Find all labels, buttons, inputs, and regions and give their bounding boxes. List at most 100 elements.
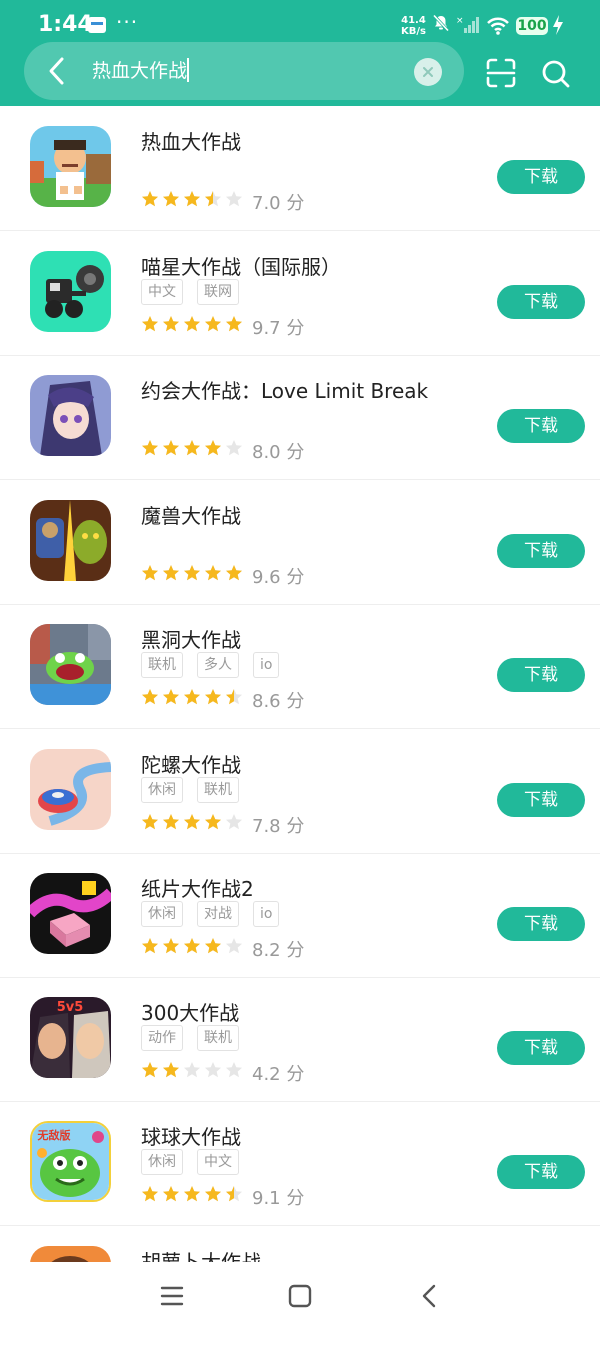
app-name: 纸片大作战2 <box>141 877 254 901</box>
list-item[interactable]: 魔兽大作战 9.6 分 下载 <box>0 480 600 605</box>
tag: 对战 <box>197 901 239 927</box>
tag: 联机 <box>197 777 239 803</box>
tag: 休闲 <box>141 1149 183 1175</box>
star-icon <box>184 689 200 705</box>
tag-list: 休闲 中文 <box>141 1149 253 1177</box>
star-icon <box>142 814 158 830</box>
download-button[interactable]: 下载 <box>497 658 585 692</box>
list-item[interactable]: 约会大作战：Love Limit Break 8.0 分 下载 <box>0 355 600 480</box>
icon-badge-text: 5v5 <box>57 1000 84 1015</box>
download-button[interactable]: 下载 <box>497 1031 585 1065</box>
app-score: 9.1 分 <box>252 1188 305 1209</box>
tag: 动作 <box>141 1025 183 1051</box>
tag: 联机 <box>141 652 183 678</box>
app-score: 8.0 分 <box>252 442 305 463</box>
signal-icon: × <box>456 16 479 33</box>
network-speed-unit: KB/s <box>401 26 426 37</box>
star-icon <box>226 565 242 581</box>
app-icon <box>30 500 111 581</box>
tag: 中文 <box>197 1149 239 1175</box>
star-rating <box>141 1185 246 1207</box>
list-item[interactable]: 陀螺大作战 休闲 联机 7.8 分 下载 <box>0 729 600 854</box>
list-item[interactable]: 5v5 300大作战 动作 联机 4.2 分 下载 <box>0 977 600 1102</box>
download-button[interactable]: 下载 <box>497 160 585 194</box>
game-artwork-icon <box>30 749 111 830</box>
app-score: 8.2 分 <box>252 940 305 961</box>
svg-text:×: × <box>456 16 464 26</box>
app-name: 约会大作战：Love Limit Break <box>141 379 429 403</box>
tag: 中文 <box>141 279 183 305</box>
star-icon <box>205 1062 221 1078</box>
search-icon[interactable] <box>540 58 572 90</box>
download-button[interactable]: 下载 <box>497 534 585 568</box>
app-score: 9.7 分 <box>252 318 305 339</box>
back-arrow-icon[interactable] <box>44 56 70 86</box>
star-icon <box>163 689 179 705</box>
tag: 休闲 <box>141 777 183 803</box>
app-name: 球球大作战 <box>141 1125 241 1149</box>
search-input[interactable] <box>92 56 402 86</box>
download-button[interactable]: 下载 <box>497 1155 585 1189</box>
star-rating <box>141 688 246 710</box>
star-icon <box>184 440 200 456</box>
game-artwork-icon <box>30 873 111 954</box>
download-button[interactable]: 下载 <box>497 285 585 319</box>
app-icon <box>30 873 111 954</box>
app-icon <box>30 624 111 705</box>
scan-icon[interactable] <box>486 58 516 88</box>
star-icon <box>163 1186 179 1202</box>
back-icon[interactable] <box>418 1284 442 1308</box>
clear-search-button[interactable] <box>414 58 442 86</box>
star-icon <box>142 316 158 332</box>
star-icon <box>205 814 221 830</box>
app-name: 魔兽大作战 <box>141 504 241 528</box>
star-rating <box>141 564 246 586</box>
star-icon <box>163 814 179 830</box>
app-score: 7.8 分 <box>252 816 305 837</box>
star-rating <box>141 439 246 461</box>
star-icon <box>184 316 200 332</box>
tag: io <box>253 652 280 678</box>
list-item[interactable]: 黑洞大作战 联机 多人 io 8.6 分 下载 <box>0 604 600 729</box>
charging-icon <box>553 15 563 35</box>
download-button[interactable]: 下载 <box>497 907 585 941</box>
tag-list: 休闲 联机 <box>141 777 253 805</box>
tag: 联机 <box>197 1025 239 1051</box>
app-icon: 无敌版 <box>30 1121 111 1202</box>
list-item[interactable]: 纸片大作战2 休闲 对战 io 8.2 分 下载 <box>0 853 600 978</box>
tag-list: 联机 多人 io <box>141 652 293 680</box>
star-icon <box>142 191 158 207</box>
status-time: 1:44 <box>38 12 93 37</box>
text-cursor <box>187 58 189 82</box>
game-artwork-icon: 5v5 <box>30 997 111 1078</box>
tag-list: 休闲 对战 io <box>141 901 293 929</box>
app-score: 7.0 分 <box>252 193 305 214</box>
game-artwork-icon <box>30 251 111 332</box>
app-name: 喵星大作战（国际服） <box>141 255 341 279</box>
list-item[interactable]: 热血大作战 7.0 分 下载 <box>0 106 600 231</box>
mute-bell-icon <box>432 14 450 32</box>
app-icon <box>30 749 111 830</box>
app-icon <box>30 375 111 456</box>
app-score: 4.2 分 <box>252 1064 305 1085</box>
tag: 休闲 <box>141 901 183 927</box>
download-button[interactable]: 下载 <box>497 783 585 817</box>
menu-icon[interactable] <box>160 1284 184 1308</box>
star-rating <box>141 813 246 835</box>
star-rating <box>141 937 246 959</box>
list-item[interactable]: 喵星大作战（国际服） 中文 联网 9.7 分 下载 <box>0 231 600 356</box>
star-icon <box>163 191 179 207</box>
star-rating <box>141 190 246 212</box>
download-button[interactable]: 下载 <box>497 409 585 443</box>
game-artwork-icon <box>30 126 111 207</box>
star-icon <box>226 440 242 456</box>
star-icon <box>142 689 158 705</box>
star-icon <box>226 814 242 830</box>
star-icon <box>184 191 200 207</box>
star-icon <box>226 689 242 705</box>
star-icon <box>205 440 221 456</box>
star-icon <box>163 1062 179 1078</box>
star-icon <box>142 1186 158 1202</box>
list-item[interactable]: 无敌版 球球大作战 休闲 中文 9.1 分 下载 <box>0 1101 600 1226</box>
home-icon[interactable] <box>288 1284 312 1308</box>
